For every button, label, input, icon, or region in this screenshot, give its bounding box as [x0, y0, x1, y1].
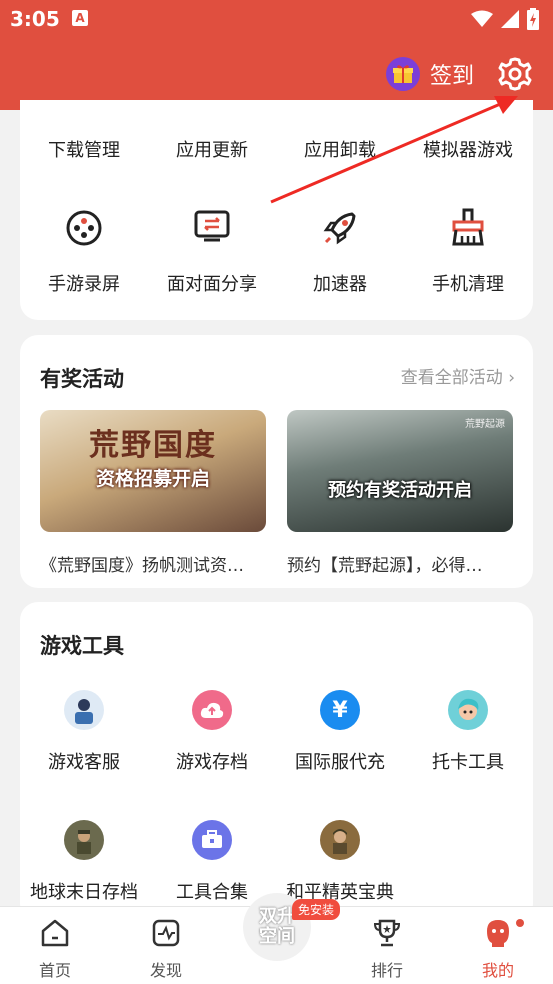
bottom-nav: 首页 发现 双升 空间 免安装 排行 我的: [0, 893, 553, 984]
discover-icon: [152, 919, 180, 947]
nav-label: 首页: [38, 961, 71, 980]
nav-label: 发现: [149, 961, 182, 980]
nav-label: 排行: [370, 961, 403, 980]
dual-space-label-2: 空间: [259, 926, 295, 947]
nav-discover[interactable]: 发现: [126, 917, 206, 981]
install-free-badge: 免安装: [292, 899, 341, 920]
annotation-arrow: [270, 96, 518, 204]
profile-icon: [487, 920, 509, 947]
nav-home[interactable]: 首页: [15, 917, 95, 981]
nav-label: 我的: [481, 961, 514, 980]
nav-profile[interactable]: 我的: [458, 917, 538, 981]
trophy-icon: [373, 919, 401, 947]
home-icon: [41, 919, 69, 947]
notification-dot: [516, 919, 524, 927]
nav-ranking[interactable]: 排行: [347, 917, 427, 981]
